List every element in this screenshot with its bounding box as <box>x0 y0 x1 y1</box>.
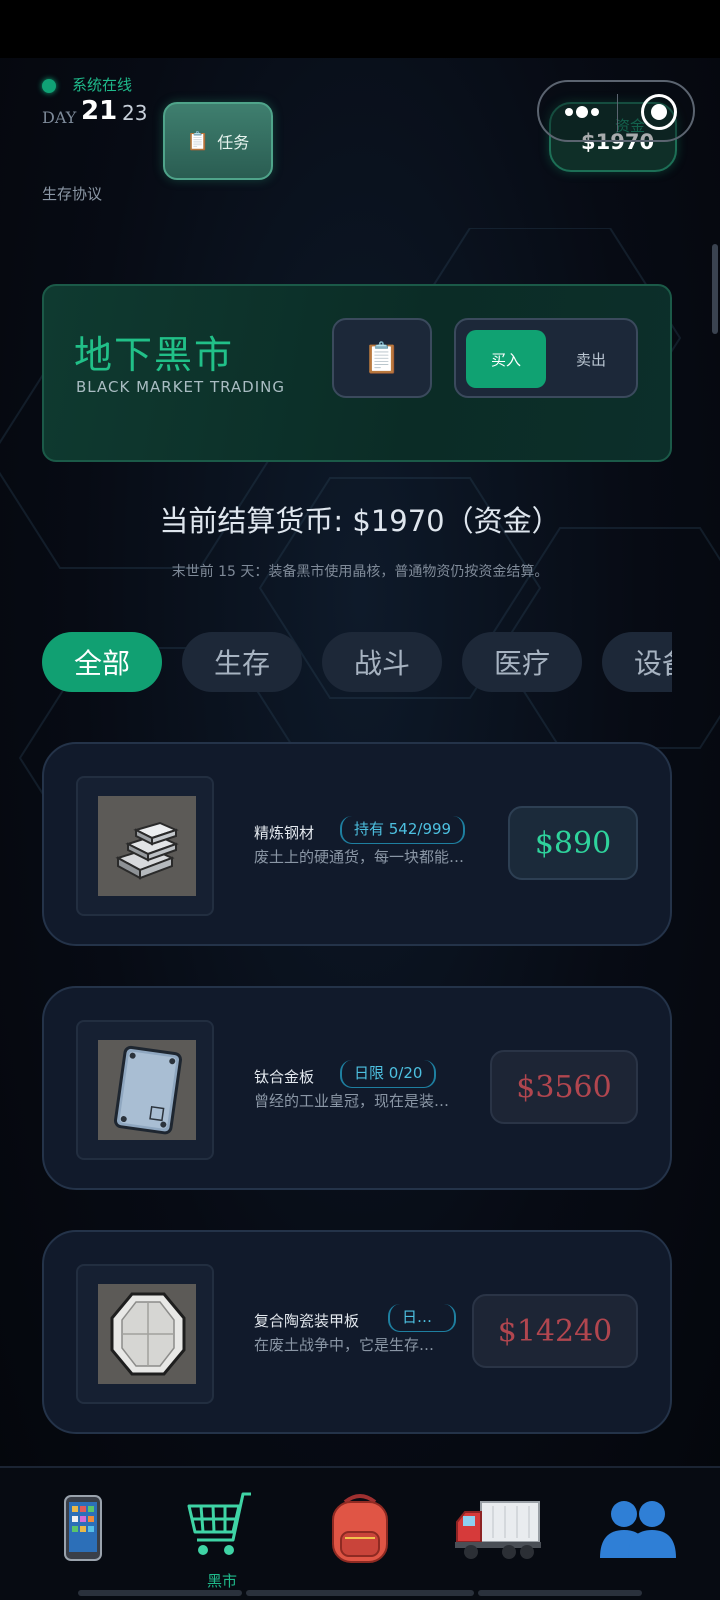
status-bar-area <box>0 0 720 58</box>
nav-phone[interactable] <box>28 1488 138 1588</box>
titanium-plate-icon <box>98 1040 196 1140</box>
buy-price-button[interactable]: $890 <box>508 806 638 880</box>
more-options-icon[interactable] <box>557 92 607 132</box>
truck-icon <box>455 1501 541 1559</box>
nav-backpack[interactable] <box>305 1488 415 1588</box>
backpack-icon <box>332 1494 388 1563</box>
gesture-bar-segment <box>478 1590 642 1596</box>
nav-black-market[interactable]: 黑市 <box>167 1488 277 1590</box>
phone-icon <box>64 1495 102 1561</box>
item-thumb-frame <box>76 1264 214 1404</box>
steel-ingots-icon <box>98 796 196 896</box>
scrollbar[interactable] <box>712 244 718 334</box>
black-market-banner: 地下黑市 BLACK MARKET TRADING 📋 买入 卖出 <box>42 284 672 462</box>
gesture-bar-segment <box>246 1590 474 1596</box>
clipboard-icon: 📋 <box>186 130 210 152</box>
gesture-bar-segment <box>78 1590 242 1596</box>
more-dots-glyph <box>565 106 599 118</box>
item-name: 复合陶瓷装甲板 <box>254 1312 360 1330</box>
settlement-currency: 当前结算货币: $1970（资金） <box>159 504 561 538</box>
tab-combat[interactable]: 战斗 <box>322 632 442 692</box>
system-status-text: 系统在线 <box>72 76 133 94</box>
shopping-cart-icon <box>187 1492 251 1555</box>
item-daily-limit-badge: 日… <box>388 1304 456 1332</box>
trade-mode-toggle: 买入 卖出 <box>454 318 638 398</box>
item-card-ceramic-armor[interactable]: 复合陶瓷装甲板 日… 在废土战争中，它是生存… $14240 <box>42 1230 672 1434</box>
item-description: 废土上的硬通货，每一块都能… <box>254 848 465 866</box>
sell-tab[interactable]: 卖出 <box>552 330 630 388</box>
item-description: 曾经的工业皇冠，现在是装… <box>254 1092 450 1110</box>
item-card-steel[interactable]: 精炼钢材 持有 542/999 废土上的硬通货，每一块都能… $890 <box>42 742 672 946</box>
market-title: 地下黑市 <box>74 333 235 377</box>
close-miniprogram-icon[interactable] <box>641 94 677 130</box>
trade-log-button[interactable]: 📋 <box>332 318 432 398</box>
item-name: 钛合金板 <box>254 1068 315 1086</box>
item-description: 在废土战争中，它是生存… <box>254 1336 435 1354</box>
buy-price-button[interactable]: $14240 <box>472 1294 638 1368</box>
tab-equipment[interactable]: 设备 <box>602 632 672 692</box>
ceramic-armor-plate-icon <box>98 1284 196 1384</box>
day-time: 23 <box>122 101 148 125</box>
item-thumb-frame <box>76 1020 214 1160</box>
nav-label-black-market: 黑市 <box>206 1572 237 1590</box>
miniprogram-capsule <box>537 80 695 142</box>
day-label: DAY <box>42 108 77 127</box>
app-screen: 系统在线 DAY 21 23 生存协议 📋 任务 资金 $1970 地下黑市 B… <box>0 58 720 1600</box>
online-status-dot <box>42 79 56 93</box>
bottom-nav: 黑市 <box>0 1466 720 1600</box>
item-card-titanium[interactable]: 钛合金板 日限 0/20 曾经的工业皇冠，现在是装… $3560 <box>42 986 672 1190</box>
buy-tab[interactable]: 买入 <box>466 330 546 388</box>
tab-survival[interactable]: 生存 <box>182 632 302 692</box>
buy-price-button[interactable]: $3560 <box>490 1050 638 1124</box>
item-daily-limit-badge: 日限 0/20 <box>340 1060 437 1088</box>
item-list-clip: 复合陶瓷装甲板 日… 在废土战争中，它是生存… $14240 <box>0 1208 720 1464</box>
item-name: 精炼钢材 <box>254 824 315 842</box>
capsule-divider <box>617 94 618 132</box>
item-thumb-frame <box>76 776 214 916</box>
currency-note: 末世前 15 天：装备黑市使用晶核，普通物资仍按资金结算。 <box>171 564 549 580</box>
item-stock-badge: 持有 542/999 <box>340 816 466 844</box>
task-button[interactable]: 📋 任务 <box>163 102 273 180</box>
nav-people[interactable] <box>582 1488 692 1588</box>
clipboard-icon: 📋 <box>363 340 401 376</box>
task-button-label: 任务 <box>217 133 250 152</box>
people-icon <box>600 1501 676 1558</box>
category-tabs: 全部 生存 战斗 医疗 设备 <box>42 630 672 694</box>
day-number: 21 <box>81 96 118 126</box>
survival-protocol-link[interactable]: 生存协议 <box>42 183 102 204</box>
market-subtitle: BLACK MARKET TRADING <box>76 378 285 396</box>
tab-medical[interactable]: 医疗 <box>462 632 582 692</box>
nav-truck[interactable] <box>443 1488 553 1588</box>
tab-all[interactable]: 全部 <box>42 632 162 692</box>
